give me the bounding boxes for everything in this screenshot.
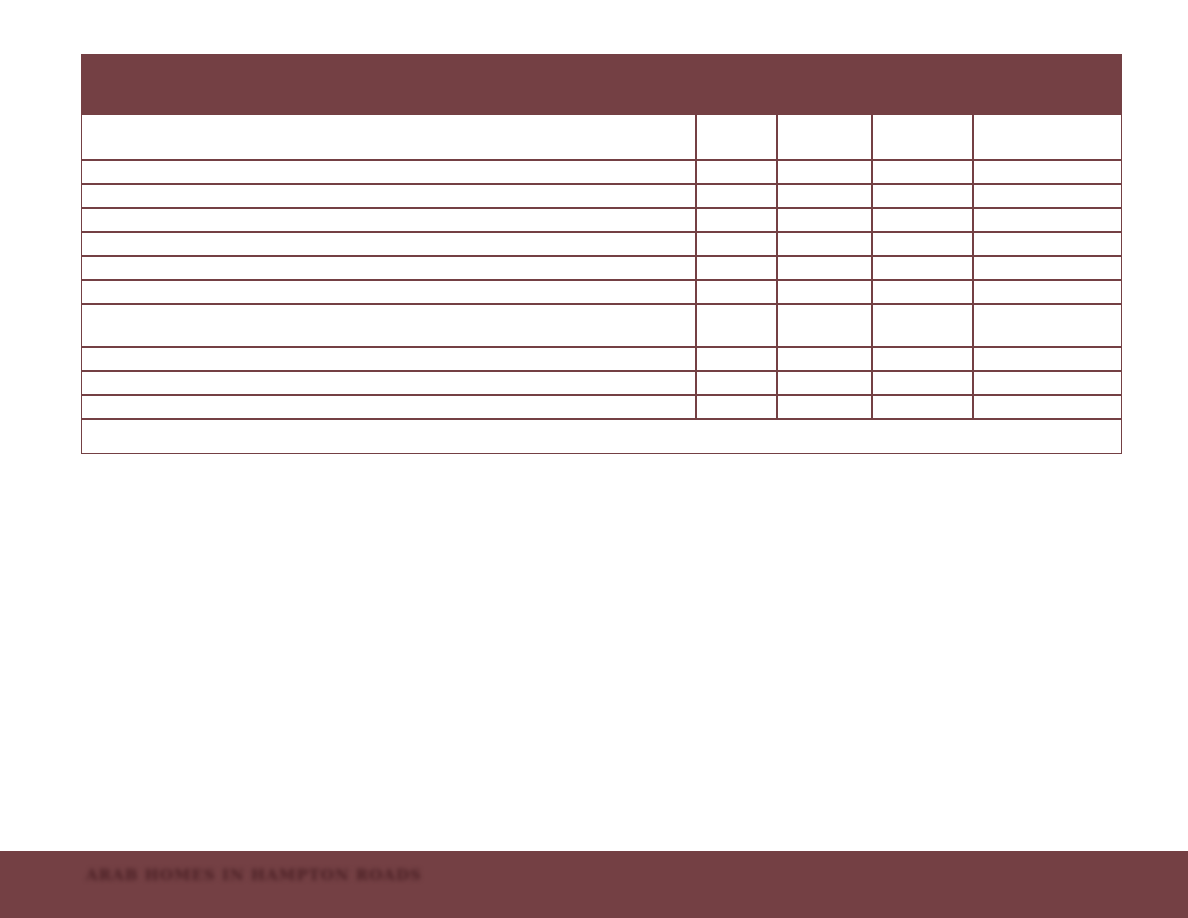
table-cell bbox=[871, 303, 973, 347]
table-cell bbox=[695, 303, 777, 347]
table-cell bbox=[972, 255, 1121, 280]
table-cell bbox=[82, 183, 696, 208]
table-cell bbox=[776, 303, 872, 347]
table-title-band bbox=[82, 55, 1121, 115]
table-cell bbox=[695, 370, 777, 395]
table-cell bbox=[972, 394, 1121, 419]
table-row bbox=[82, 370, 1121, 395]
table-cell bbox=[871, 207, 973, 232]
table-cell bbox=[972, 370, 1121, 395]
table-cell bbox=[82, 346, 696, 371]
table-cell bbox=[82, 370, 696, 395]
table-row bbox=[82, 303, 1121, 347]
table-cell bbox=[871, 394, 973, 419]
table-row bbox=[82, 279, 1121, 304]
table-cell bbox=[695, 394, 777, 419]
table-cell bbox=[972, 183, 1121, 208]
table-cell bbox=[871, 231, 973, 256]
table-cell bbox=[82, 159, 696, 184]
table-cell bbox=[972, 346, 1121, 371]
table-cell bbox=[776, 207, 872, 232]
table-cell bbox=[871, 183, 973, 208]
table-cell bbox=[972, 279, 1121, 304]
table-row bbox=[82, 394, 1121, 419]
table-cell bbox=[972, 207, 1121, 232]
table-cell bbox=[695, 255, 777, 280]
table-cell bbox=[776, 370, 872, 395]
table-cell bbox=[871, 370, 973, 395]
table-row bbox=[82, 159, 1121, 184]
column-header-1 bbox=[82, 115, 696, 160]
column-header-4 bbox=[871, 115, 973, 160]
table-cell bbox=[776, 394, 872, 419]
table-cell bbox=[82, 255, 696, 280]
table-cell bbox=[695, 231, 777, 256]
table-cell bbox=[695, 183, 777, 208]
table-row bbox=[82, 255, 1121, 280]
table-cell bbox=[871, 346, 973, 371]
table-cell bbox=[695, 346, 777, 371]
table-row bbox=[82, 346, 1121, 371]
table-cell bbox=[82, 231, 696, 256]
table-cell bbox=[776, 159, 872, 184]
table-grid bbox=[82, 115, 1121, 452]
table-footnote-cell bbox=[82, 418, 1121, 452]
data-table bbox=[81, 54, 1122, 454]
table-cell bbox=[82, 394, 696, 419]
column-header-5 bbox=[972, 115, 1121, 160]
table-cell bbox=[695, 207, 777, 232]
table-cell bbox=[972, 159, 1121, 184]
table-header-row bbox=[82, 115, 1121, 160]
table-cell bbox=[82, 303, 696, 347]
table-row bbox=[82, 207, 1121, 232]
table-cell bbox=[82, 279, 696, 304]
table-cell bbox=[871, 279, 973, 304]
column-header-3 bbox=[776, 115, 872, 160]
footer-title: ARAB HOMES IN HAMPTON ROADS bbox=[86, 866, 422, 884]
table-cell bbox=[776, 255, 872, 280]
table-row bbox=[82, 231, 1121, 256]
table-cell bbox=[695, 159, 777, 184]
table-row bbox=[82, 183, 1121, 208]
table-cell bbox=[776, 231, 872, 256]
column-header-2 bbox=[695, 115, 777, 160]
table-cell bbox=[776, 279, 872, 304]
table-cell bbox=[972, 303, 1121, 347]
table-cell bbox=[871, 255, 973, 280]
table-cell bbox=[972, 231, 1121, 256]
table-footnote-row bbox=[82, 418, 1121, 452]
table-cell bbox=[82, 207, 696, 232]
table-cell bbox=[695, 279, 777, 304]
table-cell bbox=[871, 159, 973, 184]
footer-bar bbox=[0, 851, 1188, 918]
table-cell bbox=[776, 183, 872, 208]
table-cell bbox=[776, 346, 872, 371]
